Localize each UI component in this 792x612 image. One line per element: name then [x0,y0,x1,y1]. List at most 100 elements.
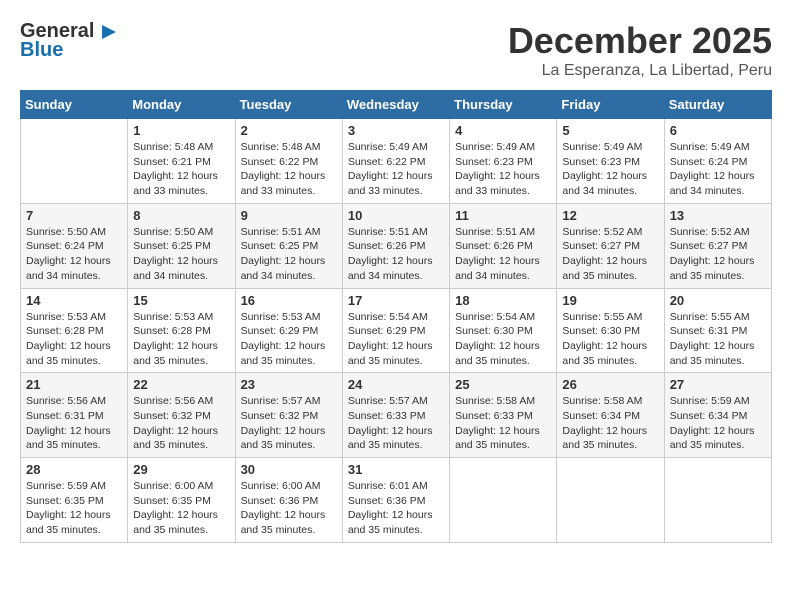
day-number: 19 [562,293,658,308]
day-number: 15 [133,293,229,308]
day-info: Sunrise: 5:52 AM Sunset: 6:27 PM Dayligh… [562,225,658,284]
day-number: 27 [670,377,766,392]
weekday-header: Monday [128,91,235,119]
calendar-cell: 20 Sunrise: 5:55 AM Sunset: 6:31 PM Dayli… [664,288,771,373]
day-info: Sunrise: 5:49 AM Sunset: 6:24 PM Dayligh… [670,140,766,199]
day-info: Sunrise: 5:51 AM Sunset: 6:26 PM Dayligh… [455,225,551,284]
calendar-cell: 8Sunrise: 5:50 AM Sunset: 6:25 PM Daylig… [128,203,235,288]
day-info: Sunrise: 5:53 AM Sunset: 6:29 PM Dayligh… [241,310,337,369]
calendar-cell: 27 Sunrise: 5:59 AM Sunset: 6:34 PM Dayli… [664,373,771,458]
calendar-cell: 5Sunrise: 5:49 AM Sunset: 6:23 PM Daylig… [557,119,664,204]
weekday-header: Tuesday [235,91,342,119]
calendar-cell: 2 Sunrise: 5:48 AM Sunset: 6:22 PM Daylig… [235,119,342,204]
calendar-cell: 9Sunrise: 5:51 AM Sunset: 6:25 PM Daylig… [235,203,342,288]
calendar-cell: 25 Sunrise: 5:58 AM Sunset: 6:33 PM Dayli… [450,373,557,458]
month-title: December 2025 [508,20,772,62]
day-info: Sunrise: 5:55 AM Sunset: 6:31 PM Dayligh… [670,310,766,369]
day-info: Sunrise: 5:57 AM Sunset: 6:33 PM Dayligh… [348,394,444,453]
day-number: 16 [241,293,337,308]
calendar-cell: 14 Sunrise: 5:53 AM Sunset: 6:28 PM Dayli… [21,288,128,373]
calendar-cell: 31 Sunrise: 6:01 AM Sunset: 6:36 PM Dayli… [342,458,449,543]
calendar-cell: 3 Sunrise: 5:49 AM Sunset: 6:22 PM Daylig… [342,119,449,204]
weekday-header-row: SundayMondayTuesdayWednesdayThursdayFrid… [21,91,772,119]
day-info: Sunrise: 5:49 AM Sunset: 6:23 PM Dayligh… [562,140,658,199]
day-number: 21 [26,377,122,392]
day-number: 7 [26,208,122,223]
day-number: 2 [241,123,337,138]
day-info: Sunrise: 5:56 AM Sunset: 6:32 PM Dayligh… [133,394,229,453]
day-info: Sunrise: 5:48 AM Sunset: 6:22 PM Dayligh… [241,140,337,199]
day-info: Sunrise: 5:52 AM Sunset: 6:27 PM Dayligh… [670,225,766,284]
calendar-week-row: 14 Sunrise: 5:53 AM Sunset: 6:28 PM Dayli… [21,288,772,373]
day-number: 31 [348,462,444,477]
day-info: Sunrise: 5:55 AM Sunset: 6:30 PM Dayligh… [562,310,658,369]
calendar-cell: 4 Sunrise: 5:49 AM Sunset: 6:23 PM Daylig… [450,119,557,204]
day-info: Sunrise: 5:49 AM Sunset: 6:23 PM Dayligh… [455,140,551,199]
calendar: SundayMondayTuesdayWednesdayThursdayFrid… [20,90,772,543]
day-info: Sunrise: 6:01 AM Sunset: 6:36 PM Dayligh… [348,479,444,538]
day-info: Sunrise: 5:49 AM Sunset: 6:22 PM Dayligh… [348,140,444,199]
day-number: 23 [241,377,337,392]
calendar-cell: 6 Sunrise: 5:49 AM Sunset: 6:24 PM Daylig… [664,119,771,204]
calendar-cell: 24Sunrise: 5:57 AM Sunset: 6:33 PM Dayli… [342,373,449,458]
calendar-cell: 28 Sunrise: 5:59 AM Sunset: 6:35 PM Dayli… [21,458,128,543]
weekday-header: Sunday [21,91,128,119]
day-number: 14 [26,293,122,308]
weekday-header: Friday [557,91,664,119]
calendar-week-row: 7 Sunrise: 5:50 AM Sunset: 6:24 PM Daylig… [21,203,772,288]
day-info: Sunrise: 5:53 AM Sunset: 6:28 PM Dayligh… [133,310,229,369]
day-number: 4 [455,123,551,138]
calendar-cell: 22 Sunrise: 5:56 AM Sunset: 6:32 PM Dayli… [128,373,235,458]
day-number: 17 [348,293,444,308]
day-info: Sunrise: 5:48 AM Sunset: 6:21 PM Dayligh… [133,140,229,199]
calendar-cell: 1 Sunrise: 5:48 AM Sunset: 6:21 PM Daylig… [128,119,235,204]
day-number: 25 [455,377,551,392]
calendar-cell [21,119,128,204]
day-number: 20 [670,293,766,308]
day-info: Sunrise: 5:56 AM Sunset: 6:31 PM Dayligh… [26,394,122,453]
day-number: 10 [348,208,444,223]
day-number: 6 [670,123,766,138]
calendar-week-row: 21 Sunrise: 5:56 AM Sunset: 6:31 PM Dayli… [21,373,772,458]
day-number: 18 [455,293,551,308]
logo-icon [96,21,118,43]
day-number: 26 [562,377,658,392]
logo-blue: Blue [20,39,63,62]
day-info: Sunrise: 5:59 AM Sunset: 6:35 PM Dayligh… [26,479,122,538]
calendar-week-row: 28 Sunrise: 5:59 AM Sunset: 6:35 PM Dayli… [21,458,772,543]
calendar-cell: 11Sunrise: 5:51 AM Sunset: 6:26 PM Dayli… [450,203,557,288]
calendar-cell: 18 Sunrise: 5:54 AM Sunset: 6:30 PM Dayli… [450,288,557,373]
day-info: Sunrise: 5:53 AM Sunset: 6:28 PM Dayligh… [26,310,122,369]
day-number: 30 [241,462,337,477]
day-info: Sunrise: 6:00 AM Sunset: 6:35 PM Dayligh… [133,479,229,538]
title-area: December 2025 La Esperanza, La Libertad,… [508,20,772,80]
day-number: 29 [133,462,229,477]
logo: General Blue [20,20,118,62]
day-number: 3 [348,123,444,138]
day-info: Sunrise: 5:50 AM Sunset: 6:24 PM Dayligh… [26,225,122,284]
day-info: Sunrise: 5:59 AM Sunset: 6:34 PM Dayligh… [670,394,766,453]
day-number: 28 [26,462,122,477]
weekday-header: Saturday [664,91,771,119]
calendar-cell: 7 Sunrise: 5:50 AM Sunset: 6:24 PM Daylig… [21,203,128,288]
calendar-cell: 15 Sunrise: 5:53 AM Sunset: 6:28 PM Dayli… [128,288,235,373]
calendar-cell: 10Sunrise: 5:51 AM Sunset: 6:26 PM Dayli… [342,203,449,288]
calendar-cell: 30 Sunrise: 6:00 AM Sunset: 6:36 PM Dayli… [235,458,342,543]
weekday-header: Wednesday [342,91,449,119]
day-info: Sunrise: 5:54 AM Sunset: 6:30 PM Dayligh… [455,310,551,369]
calendar-cell: 19 Sunrise: 5:55 AM Sunset: 6:30 PM Dayli… [557,288,664,373]
day-info: Sunrise: 6:00 AM Sunset: 6:36 PM Dayligh… [241,479,337,538]
day-info: Sunrise: 5:58 AM Sunset: 6:33 PM Dayligh… [455,394,551,453]
location-title: La Esperanza, La Libertad, Peru [508,62,772,80]
weekday-header: Thursday [450,91,557,119]
calendar-week-row: 1 Sunrise: 5:48 AM Sunset: 6:21 PM Daylig… [21,119,772,204]
calendar-cell: 21 Sunrise: 5:56 AM Sunset: 6:31 PM Dayli… [21,373,128,458]
calendar-cell: 26Sunrise: 5:58 AM Sunset: 6:34 PM Dayli… [557,373,664,458]
day-number: 1 [133,123,229,138]
calendar-cell: 16 Sunrise: 5:53 AM Sunset: 6:29 PM Dayli… [235,288,342,373]
calendar-cell [557,458,664,543]
day-number: 22 [133,377,229,392]
calendar-cell: 23Sunrise: 5:57 AM Sunset: 6:32 PM Dayli… [235,373,342,458]
day-number: 8 [133,208,229,223]
day-info: Sunrise: 5:54 AM Sunset: 6:29 PM Dayligh… [348,310,444,369]
